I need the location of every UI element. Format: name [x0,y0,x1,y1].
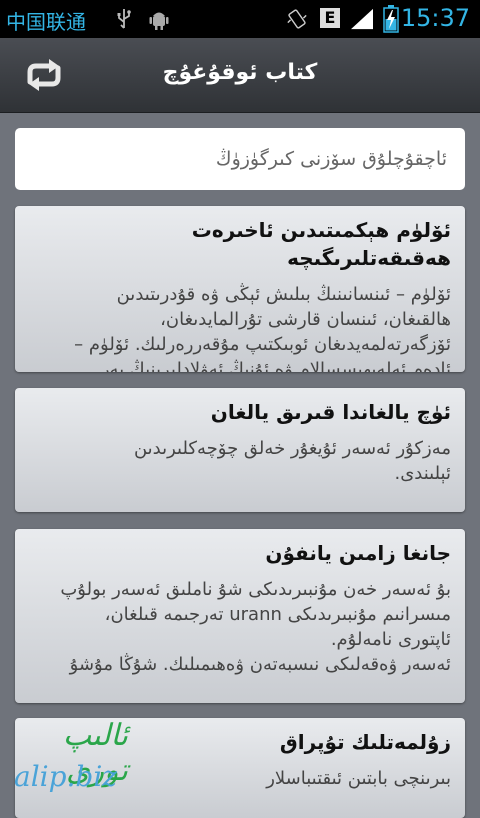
battery-charging-icon [383,5,399,33]
search-input[interactable] [15,128,465,190]
clock: 15:37 [400,4,470,32]
title-bar: كتاب ئوقۇغۇچ [0,38,480,113]
page-title: كتاب ئوقۇغۇچ [162,60,318,85]
android-debug-icon [149,12,169,30]
network-type-badge: E [320,8,340,28]
book-summary: بۇ ئەسەر خەن مۇنبىرىدىكى شۇ ناملىق ئەسەر… [60,579,451,675]
usb-icon [117,9,131,29]
book-item[interactable]: جانغا زامىن يانفۇن بۇ ئەسەر خەن مۇنبىرىد… [15,529,465,703]
watermark-url: alip.biz [14,760,118,793]
carrier-name: 中国联通 [6,10,86,34]
book-item[interactable]: ئۆلۈم ھېكمىتىدىن ئاخىرەت ھەقىقەتلىرىگىچە… [15,206,465,372]
site-watermark: ئالىپ تورى alip.biz [8,718,128,800]
signal-icon [351,8,373,30]
book-item[interactable]: ئۈچ يالغاندا قىرىق يالغان مەزكۇر ئەسەر ئ… [15,388,465,512]
status-bar: 中国联通 E 15:37 [0,0,480,38]
vibrate-icon [287,9,307,29]
book-summary: مەزكۇر ئەسەر ئۇيغۇر خەلق چۆچەكلىرىدىن ئې… [133,438,451,484]
book-title: جانغا زامىن يانفۇن [265,541,451,565]
book-title: ئۆلۈم ھېكمىتىدىن ئاخىرەت ھەقىقەتلىرىگىچە [191,218,451,270]
book-summary: ئۆلۈم – ئىنسانىنىڭ بىلىش ئېڭى ۋە قۇدرىتى… [74,284,451,372]
book-title: ئۈچ يالغاندا قىرىق يالغان [210,400,451,424]
